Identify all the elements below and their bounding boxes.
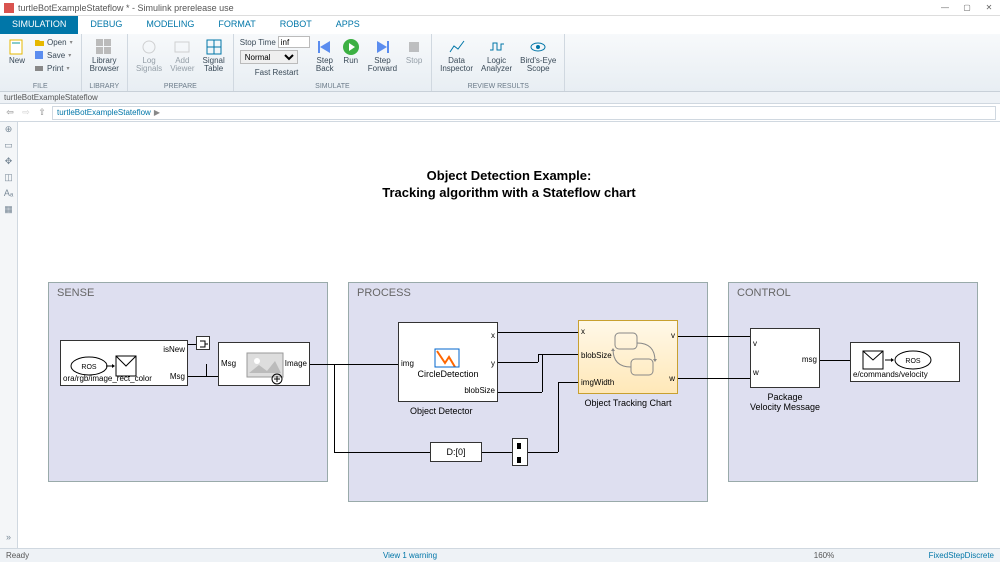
- breadcrumb-sep: ▶: [154, 108, 160, 117]
- run-icon: [342, 38, 360, 56]
- data-inspector-button[interactable]: Data Inspector: [438, 36, 475, 75]
- svg-text:ROS: ROS: [905, 358, 921, 365]
- stoptime-input[interactable]: [278, 36, 310, 48]
- block-width[interactable]: D:[0]: [430, 442, 482, 462]
- fit-tool[interactable]: ▭: [2, 140, 16, 154]
- block-mux[interactable]: [512, 438, 528, 466]
- label-package: Package Velocity Message: [750, 392, 820, 412]
- select-tool[interactable]: ◫: [2, 172, 16, 186]
- status-solver[interactable]: FixedStepDiscrete: [894, 551, 994, 560]
- save-button[interactable]: Save▾: [32, 49, 75, 61]
- block-package[interactable]: v w msg: [750, 328, 820, 388]
- stepback-icon: [316, 38, 334, 56]
- simmode-select[interactable]: Normal: [240, 50, 298, 64]
- tab-robot[interactable]: ROBOT: [268, 16, 324, 34]
- library-icon: [95, 38, 113, 56]
- step-forward-button[interactable]: Step Forward: [366, 36, 399, 75]
- window-title: turtleBotExampleStateflow * - Simulink p…: [18, 3, 234, 13]
- tab-modeling[interactable]: MODELING: [134, 16, 206, 34]
- add-viewer-button[interactable]: Add Viewer: [168, 36, 196, 75]
- breadcrumb-item[interactable]: turtleBotExampleStateflow: [57, 108, 151, 117]
- block-imageread[interactable]: Msg Image: [218, 342, 310, 386]
- run-button[interactable]: Run: [340, 36, 362, 67]
- print-button[interactable]: Print▾: [32, 62, 75, 74]
- library-browser-button[interactable]: Library Browser: [88, 36, 121, 75]
- birds-eye-button[interactable]: Bird's-Eye Scope: [518, 36, 558, 75]
- new-button[interactable]: New: [6, 36, 28, 67]
- stoptime-label: Stop Time: [240, 38, 276, 47]
- nav-fwd-button[interactable]: ⇨: [20, 107, 32, 119]
- mux-icon: [513, 439, 529, 467]
- open-icon: [34, 37, 44, 47]
- block-publish[interactable]: ROS e/commands/velocity: [850, 342, 960, 382]
- image-tool[interactable]: ▦: [2, 204, 16, 218]
- ros-label: ROS: [81, 364, 97, 371]
- viewer-icon: [173, 38, 191, 56]
- tab-debug[interactable]: DEBUG: [78, 16, 134, 34]
- fastrestart-icon: [242, 67, 252, 77]
- close-button[interactable]: ✕: [982, 3, 996, 13]
- block-subscribe[interactable]: ROS isNew Msg ora/rgb/image_rect_color: [60, 340, 188, 386]
- status-ready: Ready: [6, 551, 66, 560]
- open-button[interactable]: Open▾: [32, 36, 75, 48]
- group-file-label: FILE: [6, 82, 75, 90]
- stop-button[interactable]: Stop: [403, 36, 425, 67]
- zoom-tool[interactable]: ⊕: [2, 124, 16, 138]
- nav-up-button[interactable]: ⇧: [36, 107, 48, 119]
- tool-palette: ⊕ ▭ ✥ ◫ Aₐ ▦ »: [0, 122, 18, 548]
- statusbar: Ready View 1 warning 160% FixedStepDiscr…: [0, 548, 1000, 562]
- diagram-title: Object Detection Example: Tracking algor…: [18, 168, 1000, 202]
- stepfwd-icon: [373, 38, 391, 56]
- log-signals-button[interactable]: Log Signals: [134, 36, 164, 75]
- birdseye-icon: [529, 38, 547, 56]
- label-detector: Object Detector: [410, 406, 473, 416]
- ribbon-tabs: SIMULATION DEBUG MODELING FORMAT ROBOT A…: [0, 16, 1000, 34]
- inspector-icon: [448, 38, 466, 56]
- logic-icon: [488, 38, 506, 56]
- signal-table-button[interactable]: Signal Table: [201, 36, 227, 75]
- maximize-button[interactable]: ▢: [960, 3, 974, 13]
- canvas[interactable]: Object Detection Example: Tracking algor…: [18, 122, 1000, 548]
- ribbon: New Open▾ Save▾ Print▾ FILE Library Brow…: [0, 34, 1000, 92]
- tab-simulation[interactable]: SIMULATION: [0, 16, 78, 34]
- fast-restart-button[interactable]: Fast Restart: [240, 66, 310, 78]
- log-icon: [140, 38, 158, 56]
- navbar: ⇦ ⇨ ⇧ turtleBotExampleStateflow ▶: [0, 104, 1000, 122]
- print-icon: [34, 63, 44, 73]
- new-icon: [8, 38, 26, 56]
- titlebar: turtleBotExampleStateflow * - Simulink p…: [0, 0, 1000, 16]
- step-back-button[interactable]: Step Back: [314, 36, 336, 75]
- simulink-icon: [4, 3, 14, 13]
- block-chart[interactable]: x blobSize imgWidth v w: [578, 320, 678, 394]
- pan-tool[interactable]: ✥: [2, 156, 16, 170]
- block-detector[interactable]: img x y blobSize CircleDetection: [398, 322, 498, 402]
- nav-back-button[interactable]: ⇦: [4, 107, 16, 119]
- explorer-bar: turtleBotExampleStateflow: [0, 92, 1000, 104]
- tab-format[interactable]: FORMAT: [206, 16, 267, 34]
- stop-icon: [405, 38, 423, 56]
- label-chart: Object Tracking Chart: [578, 398, 678, 408]
- block-terminator[interactable]: [196, 336, 210, 350]
- breadcrumb[interactable]: turtleBotExampleStateflow ▶: [52, 106, 996, 120]
- logic-analyzer-button[interactable]: Logic Analyzer: [479, 36, 514, 75]
- tab-apps[interactable]: APPS: [324, 16, 372, 34]
- table-icon: [205, 38, 223, 56]
- expand-tool[interactable]: »: [2, 532, 16, 546]
- status-zoom[interactable]: 160%: [754, 551, 894, 560]
- terminator-icon: [197, 337, 211, 351]
- annotate-tool[interactable]: Aₐ: [2, 188, 16, 202]
- save-icon: [34, 50, 44, 60]
- status-warning[interactable]: View 1 warning: [66, 551, 754, 560]
- minimize-button[interactable]: —: [938, 3, 952, 13]
